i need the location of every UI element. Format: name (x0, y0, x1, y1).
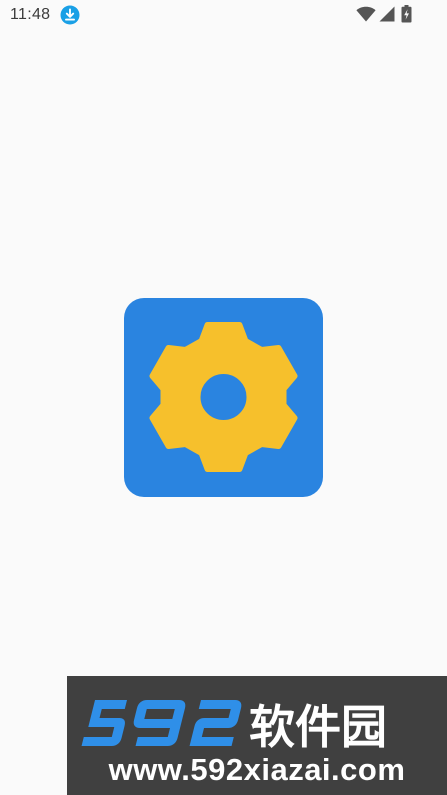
status-time: 11:48 (10, 6, 51, 23)
wifi-icon (356, 6, 376, 22)
app-icon-settings (124, 298, 323, 497)
cell-signal-icon (379, 6, 395, 22)
watermark-url: www.592xiazai.com (108, 752, 406, 787)
status-bar: 11:48 (0, 0, 447, 30)
battery-charging-icon (401, 5, 412, 23)
watermark-banner: 软件园 www.592xiazai.com (67, 676, 447, 795)
watermark-brand-text: 软件园 (249, 700, 387, 754)
download-icon (60, 5, 80, 25)
